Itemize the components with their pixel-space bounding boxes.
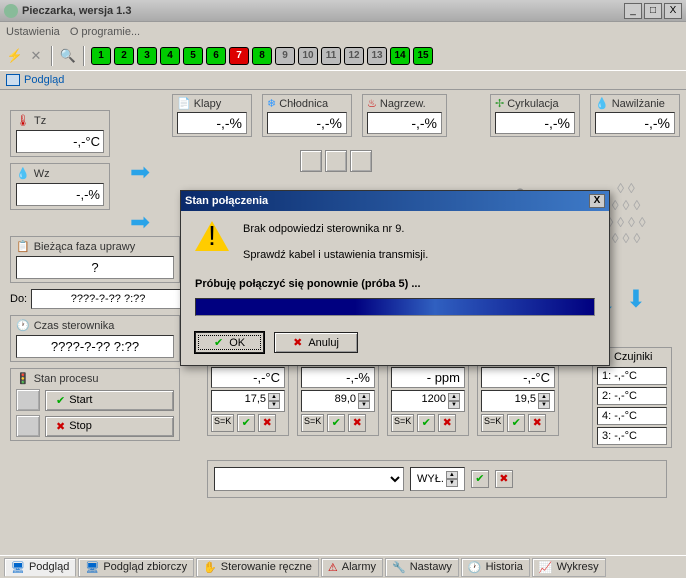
dialog-msg2: Sprawdź kabel i ustawienia transmisji.: [243, 247, 595, 265]
dialog-title: Stan połączenia: [185, 195, 589, 207]
dialog-progress: [195, 298, 595, 316]
dialog-messages: Brak odpowiedzi sterownika nr 9. Sprawdź…: [243, 221, 595, 264]
dialog-msg1: Brak odpowiedzi sterownika nr 9.: [243, 221, 595, 239]
dialog-close-button[interactable]: X: [589, 194, 605, 208]
dialog-titlebar[interactable]: Stan połączenia X: [181, 191, 609, 211]
dialog-ok-button[interactable]: ✔OK: [195, 332, 264, 353]
warning-icon: !: [195, 221, 229, 251]
dialog-cancel-button[interactable]: ✖Anuluj: [274, 332, 358, 353]
dialog-retry: Próbuję połączyć się ponownie (próba 5) …: [181, 274, 609, 294]
connection-dialog: Stan połączenia X ! Brak odpowiedzi ster…: [180, 190, 610, 366]
dialog-overlay: Stan połączenia X ! Brak odpowiedzi ster…: [0, 0, 686, 578]
